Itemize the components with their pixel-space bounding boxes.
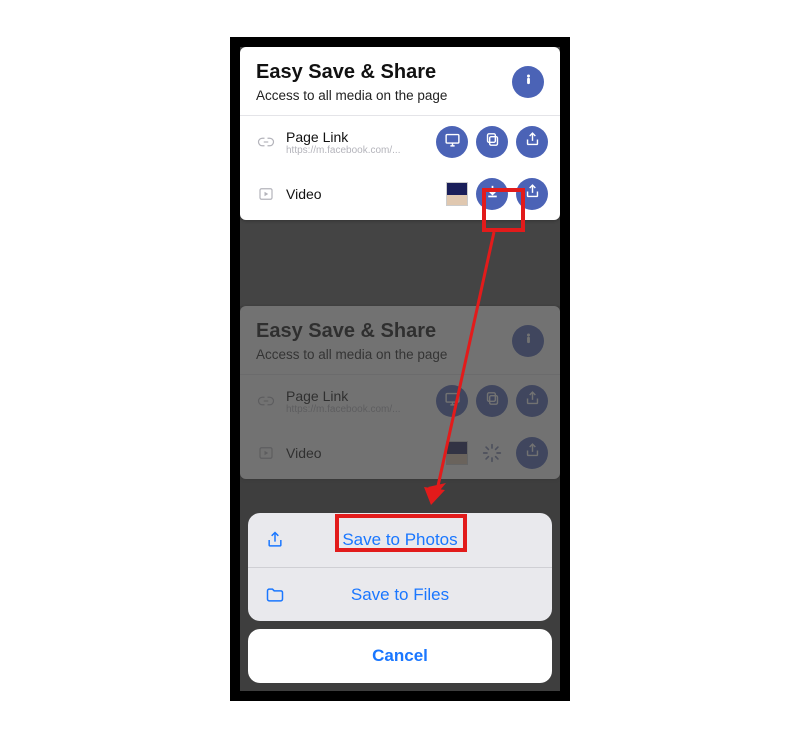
row-url: https://m.facebook.com/... [286, 145, 416, 156]
link-icon [256, 132, 276, 152]
card-title: Easy Save & Share [256, 61, 447, 84]
open-external-button[interactable] [436, 126, 468, 158]
save-to-files-item[interactable]: Save to Files [248, 567, 552, 621]
row-label: Page Link [286, 129, 426, 145]
save-to-photos-item[interactable]: Save to Photos [248, 513, 552, 567]
folder-icon [264, 584, 286, 606]
card-subtitle: Access to all media on the page [256, 88, 447, 103]
info-icon [520, 71, 537, 93]
card-header: Easy Save & Share Access to all media on… [240, 47, 560, 115]
share-icon [524, 131, 541, 153]
phone-frame: Easy Save & Share Access to all media on… [230, 37, 570, 701]
video-icon [256, 184, 276, 204]
action-sheet: Save to Photos Save to Files Cancel [248, 513, 552, 683]
info-button[interactable] [512, 66, 544, 98]
cancel-button[interactable]: Cancel [248, 629, 552, 683]
download-icon [484, 183, 501, 205]
export-icon [264, 529, 286, 551]
cancel-label: Cancel [372, 646, 428, 666]
sheet-label: Save to Photos [248, 530, 552, 550]
copy-icon [484, 131, 501, 153]
copy-button[interactable] [476, 126, 508, 158]
video-thumbnail [446, 182, 468, 206]
phone-screen: Easy Save & Share Access to all media on… [240, 47, 560, 691]
sheet-label: Save to Files [248, 585, 552, 605]
row-video: Video [240, 168, 560, 220]
share-button[interactable] [516, 178, 548, 210]
row-page-link: Page Link https://m.facebook.com/... [240, 116, 560, 168]
display-icon [444, 131, 461, 153]
row-label: Video [286, 186, 436, 202]
share-button[interactable] [516, 126, 548, 158]
share-card-top: Easy Save & Share Access to all media on… [240, 47, 560, 220]
share-icon [524, 183, 541, 205]
download-button[interactable] [476, 178, 508, 210]
